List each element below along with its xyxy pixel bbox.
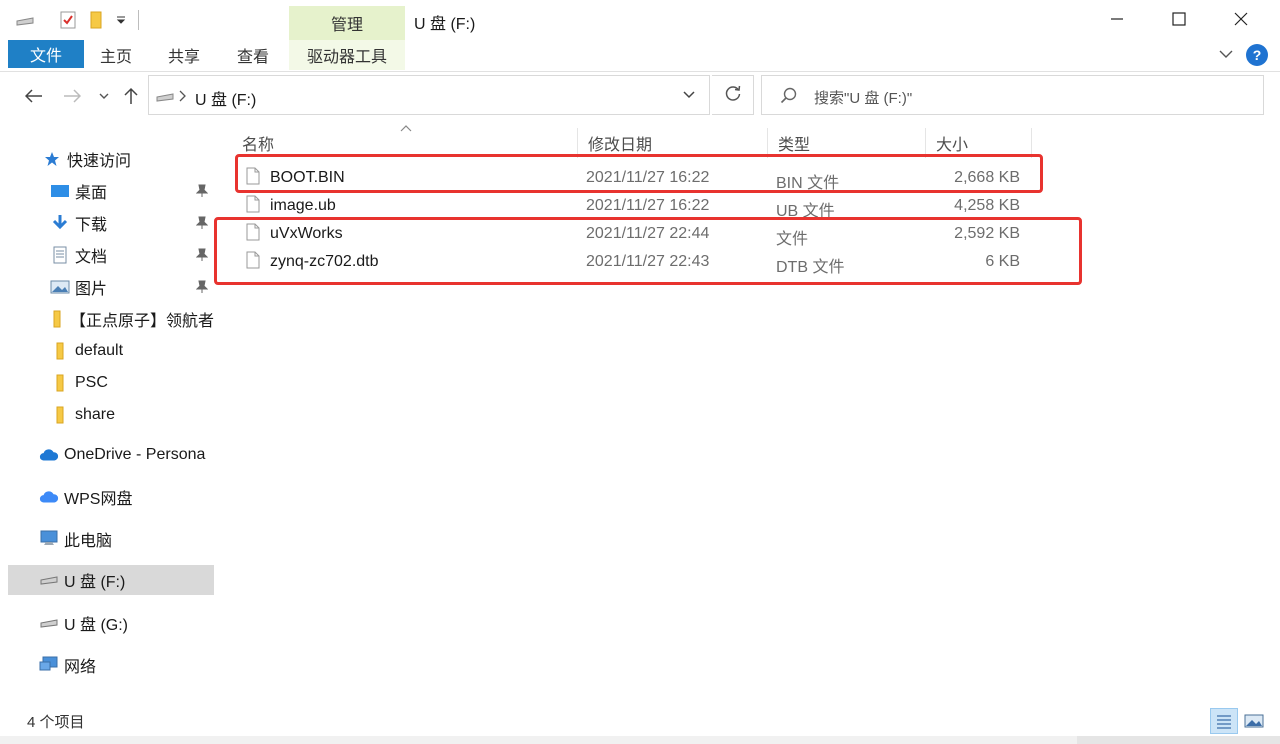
tab-view[interactable]: 查看 (229, 40, 277, 70)
details-view-icon[interactable] (1210, 708, 1238, 734)
nav-item-label: 图片 (75, 281, 108, 298)
file-date: 2021/11/27 16:22 (586, 197, 710, 214)
drive-icon (39, 570, 59, 590)
highlight-box (214, 217, 1082, 285)
nav-item-folder[interactable]: 【正点原子】领航者 (8, 304, 214, 334)
tab-drive-tools[interactable]: 驱动器工具 (289, 40, 405, 70)
nav-item-documents[interactable]: 文档 (8, 240, 214, 270)
nav-onedrive[interactable]: OneDrive - Persona (8, 440, 214, 470)
refresh-button[interactable] (712, 75, 754, 115)
nav-item-folder[interactable]: PSC (8, 368, 214, 398)
address-bar[interactable]: U 盘 (F:) (148, 75, 710, 115)
nav-item-pictures[interactable]: 图片 (8, 272, 214, 302)
toolbar-separator (138, 10, 139, 30)
recent-locations-icon[interactable] (92, 84, 116, 108)
nav-drive-f[interactable]: U 盘 (F:) (8, 565, 214, 595)
folder-icon (50, 373, 70, 393)
minimize-button[interactable] (1086, 0, 1148, 38)
pin-icon[interactable] (195, 216, 209, 235)
search-input[interactable]: 搜索"U 盘 (F:)" (814, 87, 912, 108)
folder-icon (50, 309, 65, 329)
new-folder-icon[interactable] (85, 8, 107, 32)
nav-item-desktop[interactable]: 桌面 (8, 176, 214, 206)
file-name: image.ub (270, 197, 336, 214)
file-list: 名称 修改日期 类型 大小 BOOT.BIN 2021/11/27 16:22 … (214, 124, 1280, 704)
pin-icon[interactable] (195, 248, 209, 267)
nav-item-folder[interactable]: share (8, 400, 214, 430)
nav-item-label: default (75, 342, 124, 359)
window-title: U 盘 (F:) (414, 16, 476, 33)
nav-drive-g[interactable]: U 盘 (G:) (8, 608, 214, 638)
nav-wps-label: WPS网盘 (64, 491, 133, 508)
pin-icon[interactable] (195, 280, 209, 299)
picture-icon (50, 277, 70, 297)
highlight-box (235, 154, 1043, 193)
nav-drive-f-label: U 盘 (F:) (64, 574, 126, 591)
cloud-icon (39, 445, 59, 465)
nav-item-label: 【正点原子】领航者 (69, 313, 214, 330)
file-size: 4,258 KB (954, 197, 1020, 214)
cloud-icon (39, 487, 59, 507)
nav-item-label: 下载 (75, 217, 108, 234)
nav-item-label: share (75, 406, 116, 423)
nav-network[interactable]: 网络 (8, 650, 214, 680)
file-icon (246, 195, 260, 218)
nav-item-downloads[interactable]: 下载 (8, 208, 214, 238)
large-icons-view-icon[interactable] (1240, 708, 1268, 734)
nav-drive-g-label: U 盘 (G:) (64, 617, 128, 634)
tab-home[interactable]: 主页 (92, 40, 140, 70)
nav-item-label: 桌面 (75, 185, 108, 202)
properties-icon[interactable] (57, 8, 79, 32)
background-window-edge (1077, 736, 1280, 744)
background-window-edge (0, 124, 8, 744)
drive-icon[interactable] (14, 8, 36, 32)
nav-onedrive-label: OneDrive - Persona (64, 446, 206, 463)
chevron-down-icon[interactable] (682, 88, 696, 106)
pin-icon[interactable] (195, 184, 209, 203)
nav-this-pc[interactable]: 此电脑 (8, 524, 214, 554)
nav-this-pc-label: 此电脑 (64, 533, 113, 550)
expand-ribbon-icon[interactable] (1218, 46, 1234, 66)
item-count: 4 个项目 (27, 714, 85, 731)
nav-item-label: PSC (75, 374, 108, 391)
address-path[interactable]: U 盘 (F:) (195, 86, 256, 110)
folder-icon (50, 341, 70, 361)
desktop-icon (50, 181, 70, 201)
nav-item-folder[interactable]: default (8, 336, 214, 366)
nav-quick-access[interactable]: 快速访问 (8, 144, 214, 174)
nav-wps[interactable]: WPS网盘 (8, 482, 214, 512)
help-button[interactable]: ? (1246, 44, 1268, 66)
drive-icon (39, 613, 59, 633)
document-icon (50, 245, 70, 265)
maximize-button[interactable] (1148, 0, 1210, 38)
navigation-pane: 快速访问 桌面 下载 文档 图片 【正点原子】领航者 default PSC s… (8, 124, 218, 704)
network-icon (39, 655, 59, 675)
search-icon (780, 87, 798, 109)
ribbon-tab-bar: 文件 主页 共享 查看 驱动器工具 ? (0, 40, 1280, 72)
manage-tab[interactable]: 管理 (289, 6, 405, 40)
folder-icon (50, 405, 70, 425)
chevron-right-icon[interactable] (178, 89, 186, 106)
forward-arrow-icon[interactable] (60, 84, 84, 108)
customize-toolbar-icon[interactable] (110, 8, 132, 32)
up-arrow-icon[interactable] (119, 84, 143, 108)
star-icon (42, 149, 62, 169)
computer-icon (39, 529, 59, 549)
refresh-icon (724, 84, 742, 106)
close-button[interactable] (1210, 0, 1272, 38)
search-box[interactable]: 搜索"U 盘 (F:)" (761, 75, 1264, 115)
tab-share[interactable]: 共享 (160, 40, 208, 70)
status-bar: 4 个项目 (0, 704, 1280, 736)
drive-icon (155, 90, 175, 107)
back-arrow-icon[interactable] (22, 84, 46, 108)
nav-item-label: 文档 (75, 249, 108, 266)
tab-file[interactable]: 文件 (8, 40, 84, 68)
nav-quick-access-label: 快速访问 (67, 153, 132, 170)
download-icon (50, 213, 70, 233)
title-bar: 管理 U 盘 (F:) (0, 0, 1280, 40)
nav-network-label: 网络 (64, 659, 97, 676)
file-row[interactable]: image.ub 2021/11/27 16:22 UB 文件 4,258 KB (240, 192, 1028, 220)
